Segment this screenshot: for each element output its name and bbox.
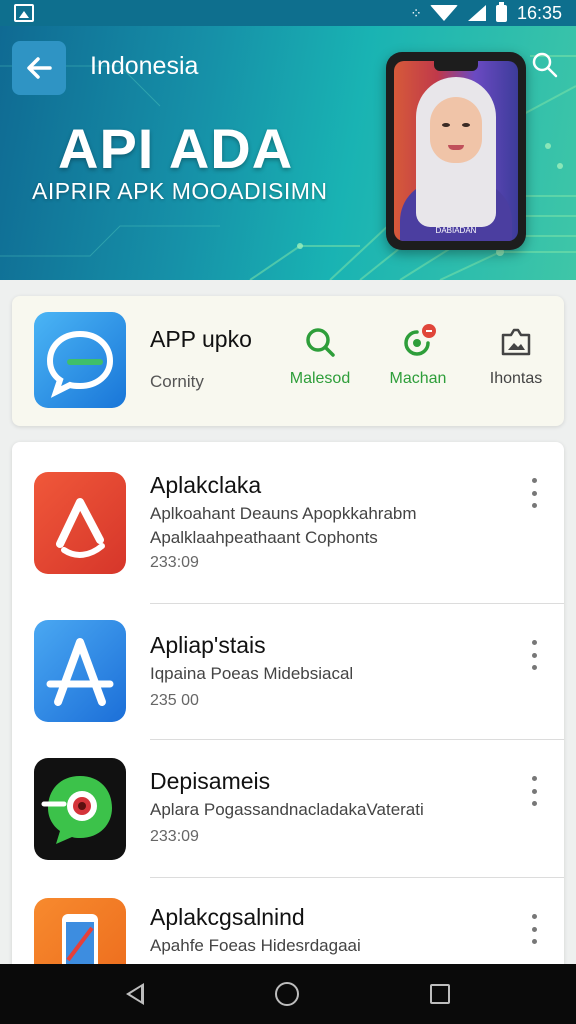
back-button[interactable] (12, 41, 66, 95)
phone-caption: DABIADAN (435, 226, 477, 235)
chat-eye-glyph (41, 776, 112, 844)
portrait-eye (462, 123, 470, 127)
app-description: Aplkoahant Deauns Apopkkahrabm (150, 504, 417, 523)
hero-banner: Indonesia API ADA AIPRIR APK MOOADISIMN … (0, 26, 576, 280)
red-arrow-app-icon[interactable] (34, 472, 126, 574)
country-label[interactable]: Indonesia (90, 52, 198, 81)
app-title: Apliap'stais (150, 632, 266, 658)
nav-recents-icon[interactable] (430, 984, 451, 1004)
status-right: ⁘ 16:35 (410, 1, 562, 24)
refresh-notification-icon (404, 324, 436, 356)
more-options-icon[interactable] (524, 478, 544, 508)
app-list: Aplakclaka Aplkoahant Deauns Apopkkahrab… (12, 442, 564, 982)
red-arrow-glyph (56, 498, 105, 558)
more-options-icon[interactable] (524, 776, 544, 806)
more-options-icon[interactable] (524, 914, 544, 944)
app-description: Aplara PogassandnacladakaVaterati (150, 800, 424, 819)
action-machan-button[interactable]: Machan (374, 324, 462, 388)
letter-a-glyph (46, 638, 114, 706)
nav-home-icon[interactable] (274, 982, 299, 1006)
app-description: Apahfe Foeas Hidesrdagaai (150, 936, 361, 955)
hero-title: API ADA (58, 117, 294, 180)
status-time: 16:35 (516, 2, 562, 23)
action-label: Machan (389, 370, 447, 387)
hero-subtitle: AIPRIR APK MOOADISIMN (32, 178, 328, 204)
featured-app-name: APP upko (150, 326, 252, 352)
app-description: Apalklaahpeathaant Cophonts (150, 528, 378, 547)
search-icon (306, 328, 335, 357)
app-store-a-icon[interactable] (34, 620, 126, 722)
portrait-eye (442, 123, 450, 127)
list-item[interactable]: Aplakclaka Aplkoahant Deauns Apopkkahrab… (12, 442, 564, 580)
battery-icon (495, 1, 507, 22)
phone-notch (434, 61, 478, 71)
app-meta: 235 00 (150, 692, 199, 709)
chat-bubble-app-icon[interactable] (34, 312, 126, 408)
phone-mockup-image: DABIADAN (386, 52, 526, 250)
signal-icon (467, 5, 486, 21)
green-chat-eye-icon[interactable] (34, 758, 126, 860)
app-meta: 233:09 (150, 554, 199, 571)
action-label: Ihontas (489, 370, 543, 387)
featured-app-subtitle: Cornity (150, 372, 204, 391)
nav-back-icon[interactable] (125, 983, 144, 1005)
action-ihontas-button[interactable]: Ihontas (472, 324, 560, 388)
back-arrow-icon (27, 57, 52, 79)
app-meta: 233:09 (150, 828, 199, 845)
app-description: Iqpaina Poeas Midebsiacal (150, 664, 354, 683)
phone-screen: DABIADAN (394, 61, 518, 241)
dots-icon: ⁘ (410, 4, 422, 21)
list-item[interactable]: Depisameis Aplara PogassandnacladakaVate… (12, 740, 564, 878)
gallery-icon (14, 4, 34, 22)
list-item[interactable]: Apliap'stais Iqpaina Poeas Midebsiacal 2… (12, 604, 564, 742)
action-label: Malesod (289, 370, 351, 387)
app-title: Aplakclaka (150, 472, 262, 498)
status-bar: ⁘ 16:35 (0, 0, 576, 26)
portrait-mouth (448, 145, 464, 150)
more-options-icon[interactable] (524, 640, 544, 670)
portrait-face (430, 97, 482, 163)
search-icon[interactable] (530, 50, 560, 80)
chat-bubble-glyph (46, 330, 114, 398)
app-title: Depisameis (150, 768, 271, 794)
featured-app-card[interactable]: APP upko Cornity Malesod Machan Ihontas (12, 296, 564, 426)
action-malesod-button[interactable]: Malesod (276, 324, 364, 388)
app-title: Aplakcgsalnind (150, 904, 305, 930)
image-folder-icon (501, 328, 531, 356)
system-nav-bar (0, 964, 576, 1024)
wifi-icon (429, 5, 458, 21)
